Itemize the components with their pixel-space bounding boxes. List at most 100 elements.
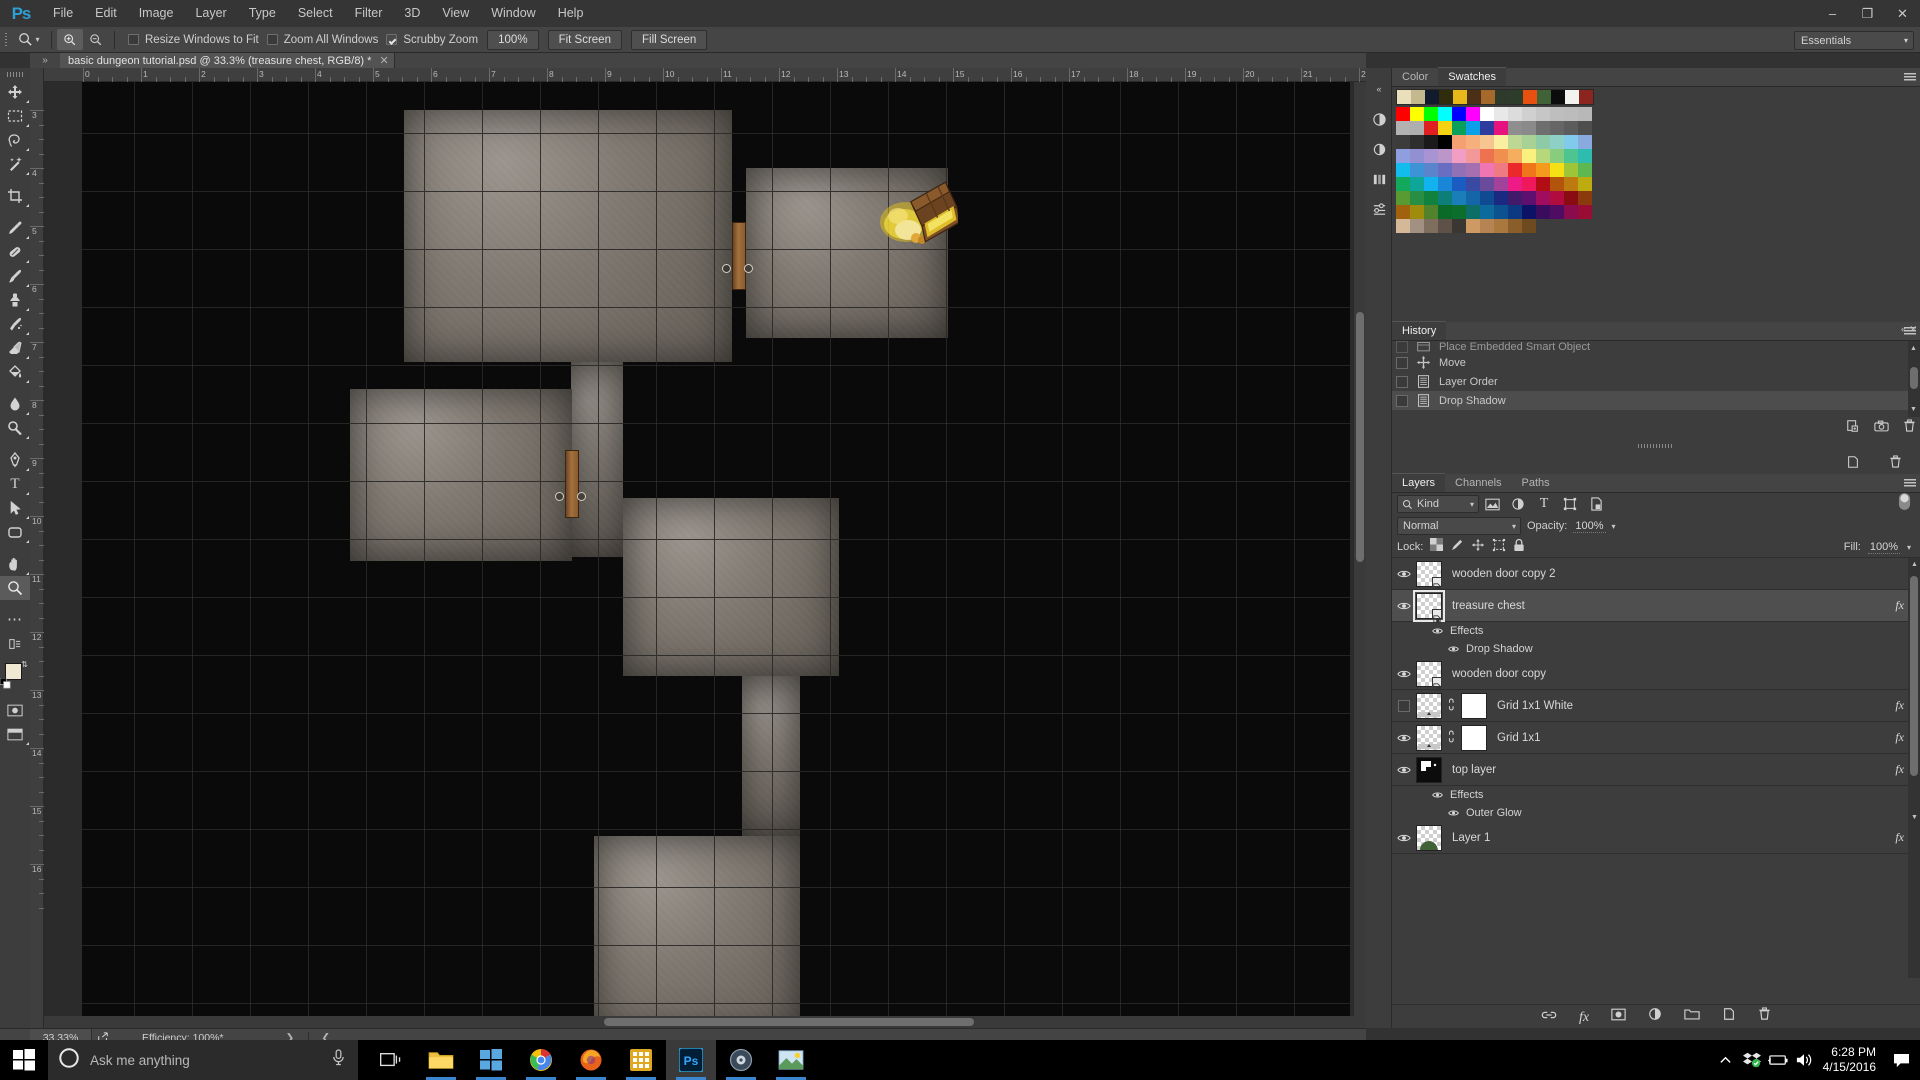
swatch-cell[interactable] [1480, 191, 1494, 205]
menu-image[interactable]: Image [128, 0, 185, 27]
swatch-cell[interactable] [1564, 107, 1578, 121]
fill-value[interactable]: 100% [1867, 541, 1900, 554]
move-tool[interactable] [0, 80, 30, 104]
swatch-cell[interactable] [1466, 135, 1480, 149]
tab-channels[interactable]: Channels [1445, 473, 1511, 492]
tab-overflow-arrows[interactable]: » [30, 53, 60, 68]
swatch-cell[interactable] [1424, 177, 1438, 191]
quick-selection-tool[interactable] [0, 152, 30, 176]
swatch-cell[interactable] [1522, 205, 1536, 219]
layer-name[interactable]: wooden door copy [1452, 668, 1920, 680]
swatch-cell[interactable] [1578, 135, 1592, 149]
new-layer-icon[interactable] [1846, 455, 1860, 474]
swatch-cell[interactable] [1522, 135, 1536, 149]
swatch-cell[interactable] [1550, 205, 1564, 219]
fill-screen-button[interactable]: Fill Screen [630, 29, 708, 50]
close-button[interactable]: ✕ [1885, 0, 1920, 27]
swatch-cell[interactable] [1424, 149, 1438, 163]
swatch-cell[interactable] [1466, 149, 1480, 163]
resize-windows-to-fit-checkbox[interactable]: Resize Windows to Fit [128, 34, 259, 46]
lasso-tool[interactable] [0, 128, 30, 152]
layer-mask-thumbnail[interactable] [1461, 724, 1487, 751]
layer-name[interactable]: Grid 1x1 [1497, 732, 1895, 744]
swatch-cell[interactable] [1536, 177, 1550, 191]
swatch-cell[interactable] [1480, 163, 1494, 177]
minimize-button[interactable]: – [1815, 0, 1850, 27]
taskbar-app-photos[interactable] [766, 1040, 816, 1080]
layer-visibility-toggle[interactable] [1392, 690, 1416, 722]
swatch-cell[interactable] [1536, 149, 1550, 163]
taskbar-clock[interactable]: 6:28 PM 4/15/2016 [1817, 1045, 1888, 1075]
new-adjustment-layer-icon[interactable] [1648, 1007, 1662, 1026]
swatch-cell[interactable] [1494, 107, 1508, 121]
tab-swatches[interactable]: Swatches [1438, 67, 1506, 86]
swatch-cell[interactable] [1452, 177, 1466, 191]
layer-row[interactable]: top layerfx▴ [1392, 754, 1920, 786]
search-input[interactable]: Ask me anything [90, 1053, 190, 1068]
swatch-cell[interactable] [1508, 135, 1522, 149]
layer-mask-thumbnail[interactable] [1461, 692, 1487, 719]
effect-visibility-toggle[interactable] [1432, 791, 1450, 799]
layer-name[interactable]: wooden door copy 2 [1452, 568, 1920, 580]
maximize-button[interactable]: ❐ [1850, 0, 1885, 27]
scrollbar-thumb[interactable] [1356, 312, 1364, 562]
swatch-cell[interactable] [1564, 135, 1578, 149]
workspace-switcher[interactable]: Essentials ▾ [1794, 31, 1914, 50]
quick-mask-button[interactable] [0, 698, 30, 722]
swatch-cell[interactable] [1438, 135, 1452, 149]
menu-file[interactable]: File [42, 0, 84, 27]
swatch-cell[interactable] [1466, 163, 1480, 177]
swatch-cell[interactable] [1411, 90, 1425, 104]
artboard[interactable] [82, 82, 1350, 1031]
swatch-cell[interactable] [1536, 205, 1550, 219]
scroll-up-icon[interactable]: ▲ [1911, 561, 1918, 568]
swatch-cell[interactable] [1522, 149, 1536, 163]
room-west-room[interactable] [350, 389, 572, 561]
opacity-value[interactable]: 100% [1573, 520, 1606, 533]
swatch-cell[interactable] [1396, 135, 1410, 149]
layer-visibility-toggle[interactable] [1392, 558, 1416, 590]
more-tools-button[interactable]: ⋯ [0, 608, 30, 632]
swatch-cell[interactable] [1410, 107, 1424, 121]
swatch-cell[interactable] [1410, 121, 1424, 135]
swatch-cell[interactable] [1536, 107, 1550, 121]
taskbar-app-photoshop[interactable]: Ps [666, 1040, 716, 1080]
swatch-cell[interactable] [1452, 135, 1466, 149]
layer-effects-icon[interactable]: fx [1895, 598, 1904, 613]
swatch-cell[interactable] [1480, 149, 1494, 163]
collapse-icon[interactable]: « [1901, 324, 1906, 334]
swatch-cell[interactable] [1564, 177, 1578, 191]
swatch-cell[interactable] [1522, 191, 1536, 205]
zoom-out-button[interactable] [83, 29, 109, 50]
swap-colors-icon[interactable]: ⇅ [21, 660, 28, 669]
swatch-cell[interactable] [1536, 191, 1550, 205]
history-snapshot-checkbox[interactable] [1396, 394, 1408, 407]
filter-enable-toggle[interactable] [1898, 492, 1911, 516]
history-scrollbar[interactable]: ▲ ▼ [1908, 341, 1920, 417]
swatch-cell[interactable] [1453, 90, 1467, 104]
swatch-cell[interactable] [1550, 191, 1564, 205]
menu-view[interactable]: View [431, 0, 480, 27]
swatch-cell[interactable] [1438, 163, 1452, 177]
swatch-cell[interactable] [1564, 191, 1578, 205]
fit-screen-button[interactable]: Fit Screen [547, 29, 622, 50]
swatch-cell[interactable] [1550, 121, 1564, 135]
dock-expand-icon[interactable]: « [1366, 74, 1392, 104]
swatch-cell[interactable] [1466, 107, 1480, 121]
add-layer-mask-icon[interactable] [1611, 1008, 1626, 1026]
history-snapshot-checkbox[interactable] [1396, 356, 1408, 369]
swatch-cell[interactable] [1508, 107, 1522, 121]
adjustments-icon[interactable] [1366, 134, 1392, 164]
swatch-cell[interactable] [1438, 191, 1452, 205]
swatch-cell[interactable] [1396, 191, 1410, 205]
dodge-tool[interactable] [0, 416, 30, 440]
shape-filter-icon[interactable] [1557, 494, 1583, 514]
taskbar-app-media[interactable] [716, 1040, 766, 1080]
swatch-cell[interactable] [1396, 163, 1410, 177]
scrollbar-thumb[interactable] [604, 1018, 974, 1026]
swatch-cell[interactable] [1466, 121, 1480, 135]
smart-object-filter-icon[interactable] [1583, 494, 1609, 514]
swatch-cell[interactable] [1536, 135, 1550, 149]
swatch-cell[interactable] [1452, 163, 1466, 177]
history-item[interactable]: Place Embedded Smart Object [1392, 341, 1920, 353]
